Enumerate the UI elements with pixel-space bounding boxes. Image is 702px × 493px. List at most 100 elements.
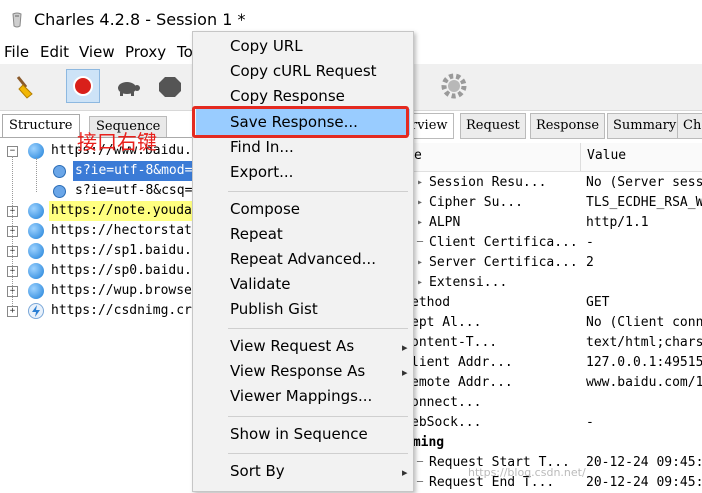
tree-branch-icon: ─ [417,237,424,248]
tab-structure[interactable]: Structure [2,114,80,137]
tree-row-host[interactable]: + https://note.youda [0,201,196,221]
menu-copy-curl-request[interactable]: Copy cURL Request [230,62,377,80]
globe-icon [28,143,44,159]
property-name: Server Certifica... [429,255,578,270]
expand-arrow-icon[interactable]: ▸ [417,193,423,213]
property-row[interactable]: ▸ Cipher Su... TLS_ECDHE_RSA_W [405,193,702,213]
globe-icon [28,283,44,299]
menu-publish-gist[interactable]: Publish Gist [230,300,318,318]
menu-edit[interactable]: Edit [40,43,69,61]
expand-arrow-icon[interactable]: ▸ [417,213,423,233]
menu-validate[interactable]: Validate [230,275,290,293]
property-value: http/1.1 [586,215,649,230]
property-value: 20-12-24 09:45: [586,475,702,490]
property-value: 2 [586,255,594,270]
tree-label: s?ie=utf-8&mod= [73,161,195,181]
tree-guide-line [12,156,14,306]
property-value: No (Server sess [586,175,702,190]
menu-separator [228,453,408,454]
property-row[interactable]: ethod GET [405,293,702,313]
watermark: https://blog.csdn.net/ [468,466,586,479]
menu-copy-url[interactable]: Copy URL [230,37,303,55]
property-row[interactable]: emote Addr... www.baidu.com/1 [405,373,702,393]
tab-summary[interactable]: Summary [607,113,683,139]
property-value: 127.0.0.1:49515 [586,355,702,370]
expand-arrow-icon[interactable]: ▸ [417,253,423,273]
tree-label: https://hectorstat [51,223,192,238]
record-button[interactable] [66,69,100,103]
annotation-text: 接口右键 [77,130,157,154]
menu-export[interactable]: Export... [230,163,293,181]
broom-icon [16,76,33,99]
property-name: ebSock... [411,415,482,430]
expand-arrow-icon[interactable]: ▸ [417,273,423,293]
property-row[interactable]: ontent-T... text/html;chars [405,333,702,353]
menu-tools[interactable]: To [177,43,193,61]
property-row[interactable]: onnect... [405,393,702,413]
property-row[interactable]: iming [405,433,702,453]
property-value: TLS_ECDHE_RSA_W [586,195,702,210]
tree-row-host[interactable]: + https://wup.browse [0,281,196,301]
property-name: Client Certifica... [429,235,578,250]
tree-row-request[interactable]: s?ie=utf-8&mod= [0,161,196,181]
tree-row-host[interactable]: + https://sp0.baidu. [0,261,196,281]
menu-compose[interactable]: Compose [230,200,300,218]
request-icon [53,165,66,178]
tree-label: https://sp0.baidu. [51,263,192,278]
property-row[interactable]: ─ Client Certifica... - [405,233,702,253]
property-row[interactable]: ▸ Session Resu... No (Server sess [405,173,702,193]
tree-label: https://note.youda [49,201,194,221]
menu-sort-by[interactable]: Sort By [230,462,285,480]
property-row[interactable]: ept Al... No (Client conn [405,313,702,333]
menu-separator [228,328,408,329]
menu-repeat[interactable]: Repeat [230,225,283,243]
tree-row-host[interactable]: + https://hectorstat [0,221,196,241]
tab-response[interactable]: Response [530,113,606,139]
submenu-arrow-icon: ▸ [402,341,408,354]
property-row[interactable]: ebSock... - [405,413,702,433]
broom-clear-button[interactable] [8,69,42,103]
throttle-button[interactable] [110,69,144,103]
tab-request[interactable]: Request [460,113,526,139]
menu-separator [228,191,408,192]
tree-row-host[interactable]: + https://sp1.baidu. [0,241,196,261]
expand-icon[interactable]: + [7,306,18,317]
highlight-annotation-box [192,106,409,138]
settings-button[interactable] [437,69,471,103]
property-value: - [586,235,594,250]
property-name: onnect... [411,395,482,410]
property-row[interactable]: ▸ Extensi... [405,273,702,293]
property-name: ept Al... [411,315,482,330]
globe-icon [28,243,44,259]
tab-chart[interactable]: Cha [677,113,702,139]
property-value: 20-12-24 09:45: [586,455,702,470]
menu-find-in[interactable]: Find In... [230,138,294,156]
menu-file[interactable]: File [4,43,29,61]
menu-separator [228,416,408,417]
property-row[interactable]: ▸ ALPN http/1.1 [405,213,702,233]
menu-view-response-as[interactable]: View Response As [230,362,365,380]
column-header-value[interactable]: Value [587,148,626,163]
menu-show-in-sequence[interactable]: Show in Sequence [230,425,368,443]
property-value: www.baidu.com/1 [586,375,702,390]
property-value: text/html;chars [586,335,702,350]
tree-label: https://sp1.baidu. [51,243,192,258]
menu-view-request-as[interactable]: View Request As [230,337,354,355]
breakpoints-button[interactable] [153,69,187,103]
tree-row-request[interactable]: s?ie=utf-8&csq= [0,181,196,201]
tree-branch-icon: ─ [417,477,424,488]
bolt-icon [28,303,44,319]
column-divider[interactable] [580,143,581,171]
menu-viewer-mappings[interactable]: Viewer Mappings... [230,387,372,405]
menu-copy-response[interactable]: Copy Response [230,87,345,105]
property-row[interactable]: lient Addr... 127.0.0.1:49515 [405,353,702,373]
property-row[interactable]: ▸ Server Certifica... 2 [405,253,702,273]
globe-icon [28,263,44,279]
tree-row-host[interactable]: + https://csdnimg.cr [0,301,196,321]
column-header-name[interactable]: e [414,148,422,163]
menu-proxy[interactable]: Proxy [125,43,166,61]
turtle-icon [118,82,140,96]
expand-arrow-icon[interactable]: ▸ [417,173,423,193]
menu-view[interactable]: View [79,43,115,61]
menu-repeat-advanced[interactable]: Repeat Advanced... [230,250,376,268]
